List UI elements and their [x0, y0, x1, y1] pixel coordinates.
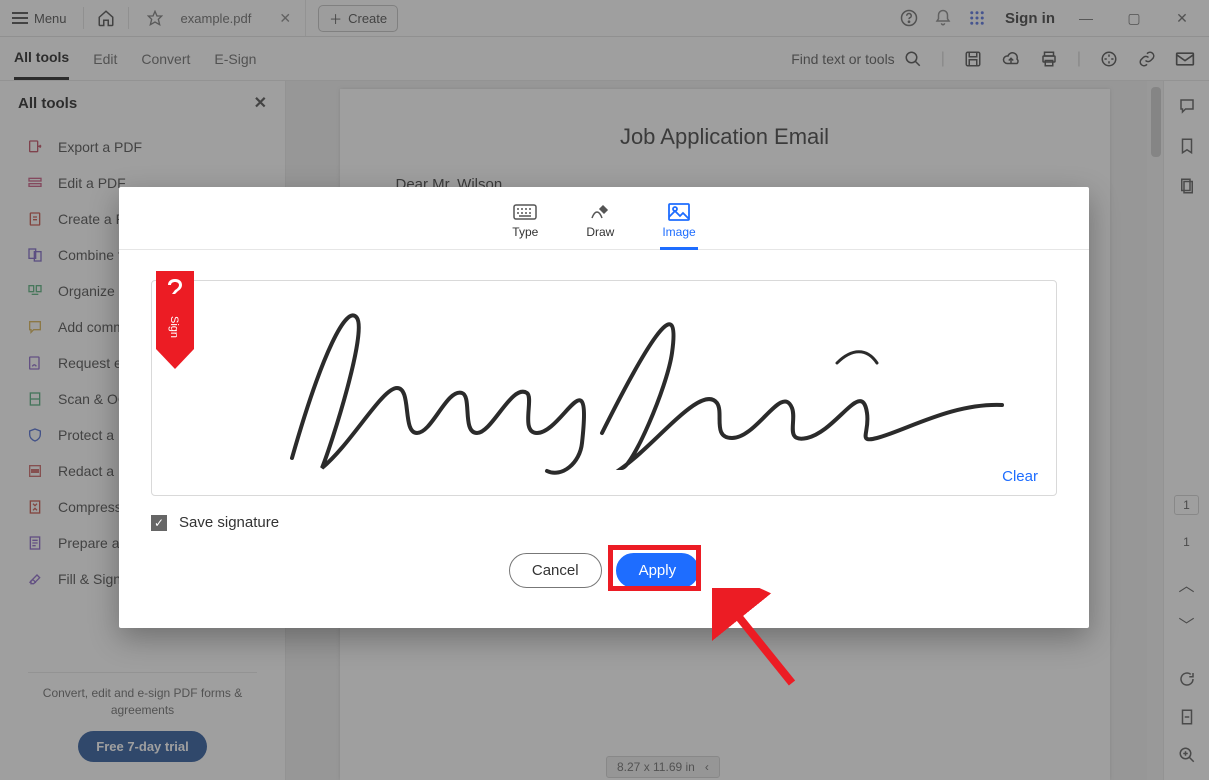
- annotation-arrow-icon: [712, 588, 812, 698]
- modal-tabs: Type Draw Image: [119, 187, 1089, 250]
- svg-text:Sign: Sign: [168, 316, 180, 338]
- image-icon: [667, 203, 691, 221]
- apply-button[interactable]: Apply: [616, 553, 700, 588]
- signature-tab-draw[interactable]: Draw: [582, 197, 618, 249]
- keyboard-icon: [513, 203, 537, 221]
- signature-image: [262, 293, 1032, 478]
- signature-tab-image[interactable]: Image: [658, 197, 699, 249]
- save-signature-row[interactable]: ✓ Save signature: [151, 514, 1057, 531]
- signature-modal: Type Draw Image Sign Clear ✓ Save signat…: [119, 187, 1089, 628]
- cancel-button[interactable]: Cancel: [509, 553, 602, 588]
- modal-actions: Cancel Apply: [119, 553, 1089, 588]
- signature-tab-type[interactable]: Type: [508, 197, 542, 249]
- save-signature-label: Save signature: [179, 514, 279, 531]
- clear-signature-link[interactable]: Clear: [1002, 468, 1038, 485]
- sign-banner-icon: Sign: [156, 271, 194, 369]
- draw-icon: [588, 203, 612, 221]
- signature-canvas[interactable]: Sign Clear: [151, 280, 1057, 496]
- save-signature-checkbox[interactable]: ✓: [151, 515, 167, 531]
